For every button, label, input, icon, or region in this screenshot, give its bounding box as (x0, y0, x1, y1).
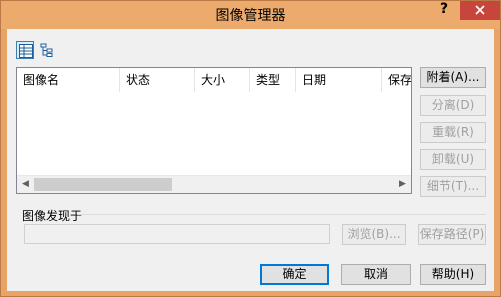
column-header-date[interactable]: 日期 (296, 68, 382, 92)
title-bar[interactable]: 图像管理器 ? (1, 1, 500, 29)
details-view-button[interactable] (16, 41, 34, 59)
scrollbar-thumb[interactable] (34, 178, 172, 191)
tree-view-button[interactable] (38, 41, 56, 59)
scroll-left-icon[interactable]: ◀ (17, 176, 34, 193)
ok-button[interactable]: 确定 (260, 264, 329, 285)
group-divider (77, 214, 486, 215)
details-view-icon (19, 44, 33, 58)
dialog-title: 图像管理器 (215, 8, 286, 24)
help-button[interactable]: 帮助(H) (420, 264, 486, 285)
save-path-button[interactable]: 保存路径(P) (418, 224, 486, 245)
horizontal-scrollbar[interactable]: ◀ ▶ (17, 175, 411, 193)
reload-button[interactable]: 重载(R) (420, 122, 486, 143)
details-button[interactable]: 细节(T)... (420, 176, 486, 197)
found-in-label: 图像发现于 (22, 209, 83, 223)
detach-button[interactable]: 分离(D) (420, 95, 486, 116)
close-icon (475, 5, 485, 15)
column-header-type[interactable]: 类型 (250, 68, 296, 92)
unload-button[interactable]: 卸载(U) (420, 149, 486, 170)
column-header-size[interactable]: 大小 (195, 68, 250, 92)
dialog-body: 图像名 状态 大小 类型 日期 保存 ◀ ▶ 附着(A)... 分离(D) 重载… (7, 29, 494, 291)
close-button[interactable] (460, 1, 500, 20)
image-list[interactable]: 图像名 状态 大小 类型 日期 保存 ◀ ▶ (16, 67, 412, 194)
column-header-save[interactable]: 保存 (382, 68, 411, 92)
tree-view-icon (40, 43, 53, 57)
browse-button[interactable]: 浏览(B)... (342, 224, 406, 245)
found-in-path-field[interactable] (24, 224, 330, 244)
column-header-status[interactable]: 状态 (120, 68, 195, 92)
help-icon[interactable]: ? (435, 1, 453, 19)
image-manager-dialog: 图像管理器 ? 图像名 状态 大小 类型 日期 保存 ◀ ▶ 附着(A)... … (0, 0, 501, 297)
list-header: 图像名 状态 大小 类型 日期 保存 (17, 68, 411, 92)
attach-button[interactable]: 附着(A)... (420, 67, 486, 88)
column-header-image-name[interactable]: 图像名 (17, 68, 120, 92)
cancel-button[interactable]: 取消 (341, 264, 411, 285)
scroll-right-icon[interactable]: ▶ (394, 176, 411, 193)
